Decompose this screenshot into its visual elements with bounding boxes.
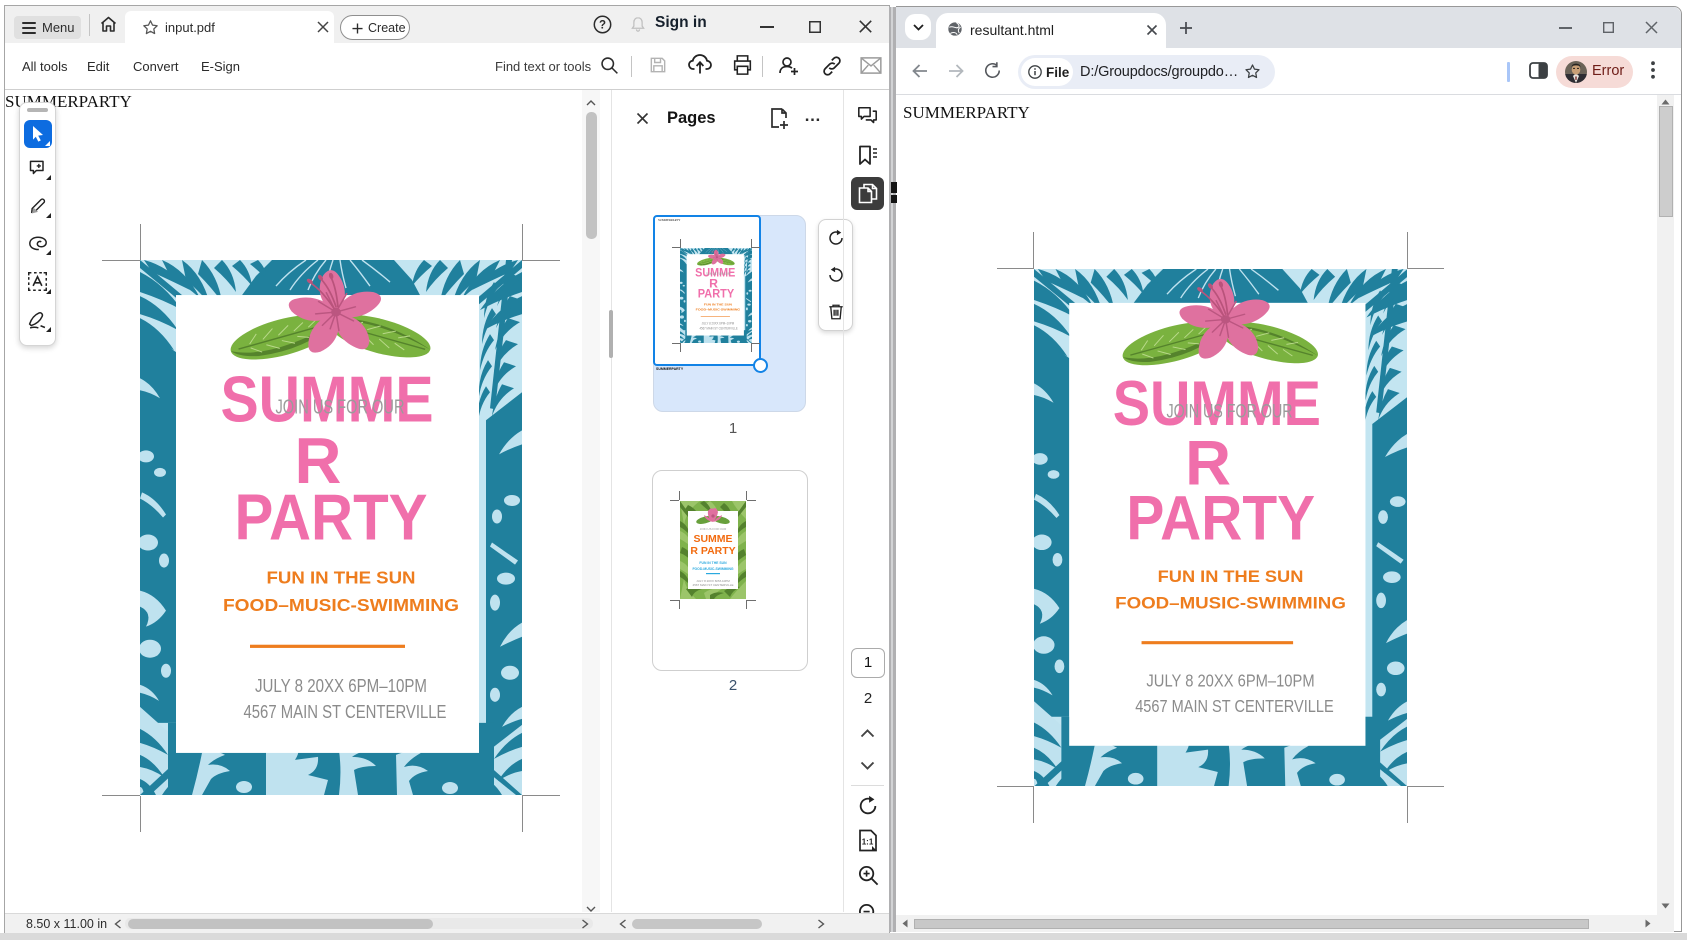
svg-text:?: ? — [599, 20, 606, 32]
svg-text:1:1: 1:1 — [862, 838, 874, 847]
